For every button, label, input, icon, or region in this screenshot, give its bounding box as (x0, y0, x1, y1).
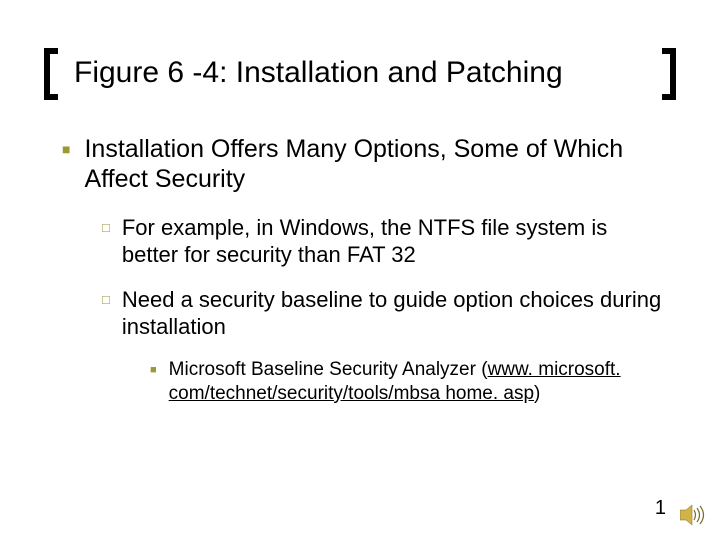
speaker-icon[interactable] (680, 504, 706, 526)
level2-text: Need a security baseline to guide option… (122, 286, 664, 340)
bullet-level-3: ■ Microsoft Baseline Security Analyzer (… (150, 358, 664, 406)
page-number: 1 (655, 497, 666, 520)
bullet-level-1: ■ Installation Offers Many Options, Some… (62, 134, 664, 194)
hollow-square-bullet-icon: □ (102, 214, 110, 268)
hollow-square-bullet-icon: □ (102, 286, 110, 340)
square-bullet-icon: ■ (62, 134, 70, 194)
slide-title: Figure 6 -4: Installation and Patching (74, 56, 648, 90)
level3-suffix: ) (534, 383, 540, 404)
title-wrap: Figure 6 -4: Installation and Patching (56, 48, 664, 100)
slide: Figure 6 -4: Installation and Patching ■… (0, 0, 720, 540)
bracket-left-icon (44, 48, 58, 100)
square-bullet-icon: ■ (150, 358, 157, 406)
level3-prefix: Microsoft Baseline Security Analyzer ( (169, 359, 488, 380)
level1-text: Installation Offers Many Options, Some o… (84, 134, 664, 194)
level3-text: Microsoft Baseline Security Analyzer (ww… (169, 358, 664, 406)
bullet-level-2: □ For example, in Windows, the NTFS file… (102, 214, 664, 268)
bullet-level-2: □ Need a security baseline to guide opti… (102, 286, 664, 340)
level2-text: For example, in Windows, the NTFS file s… (122, 214, 664, 268)
bracket-right-icon (662, 48, 676, 100)
